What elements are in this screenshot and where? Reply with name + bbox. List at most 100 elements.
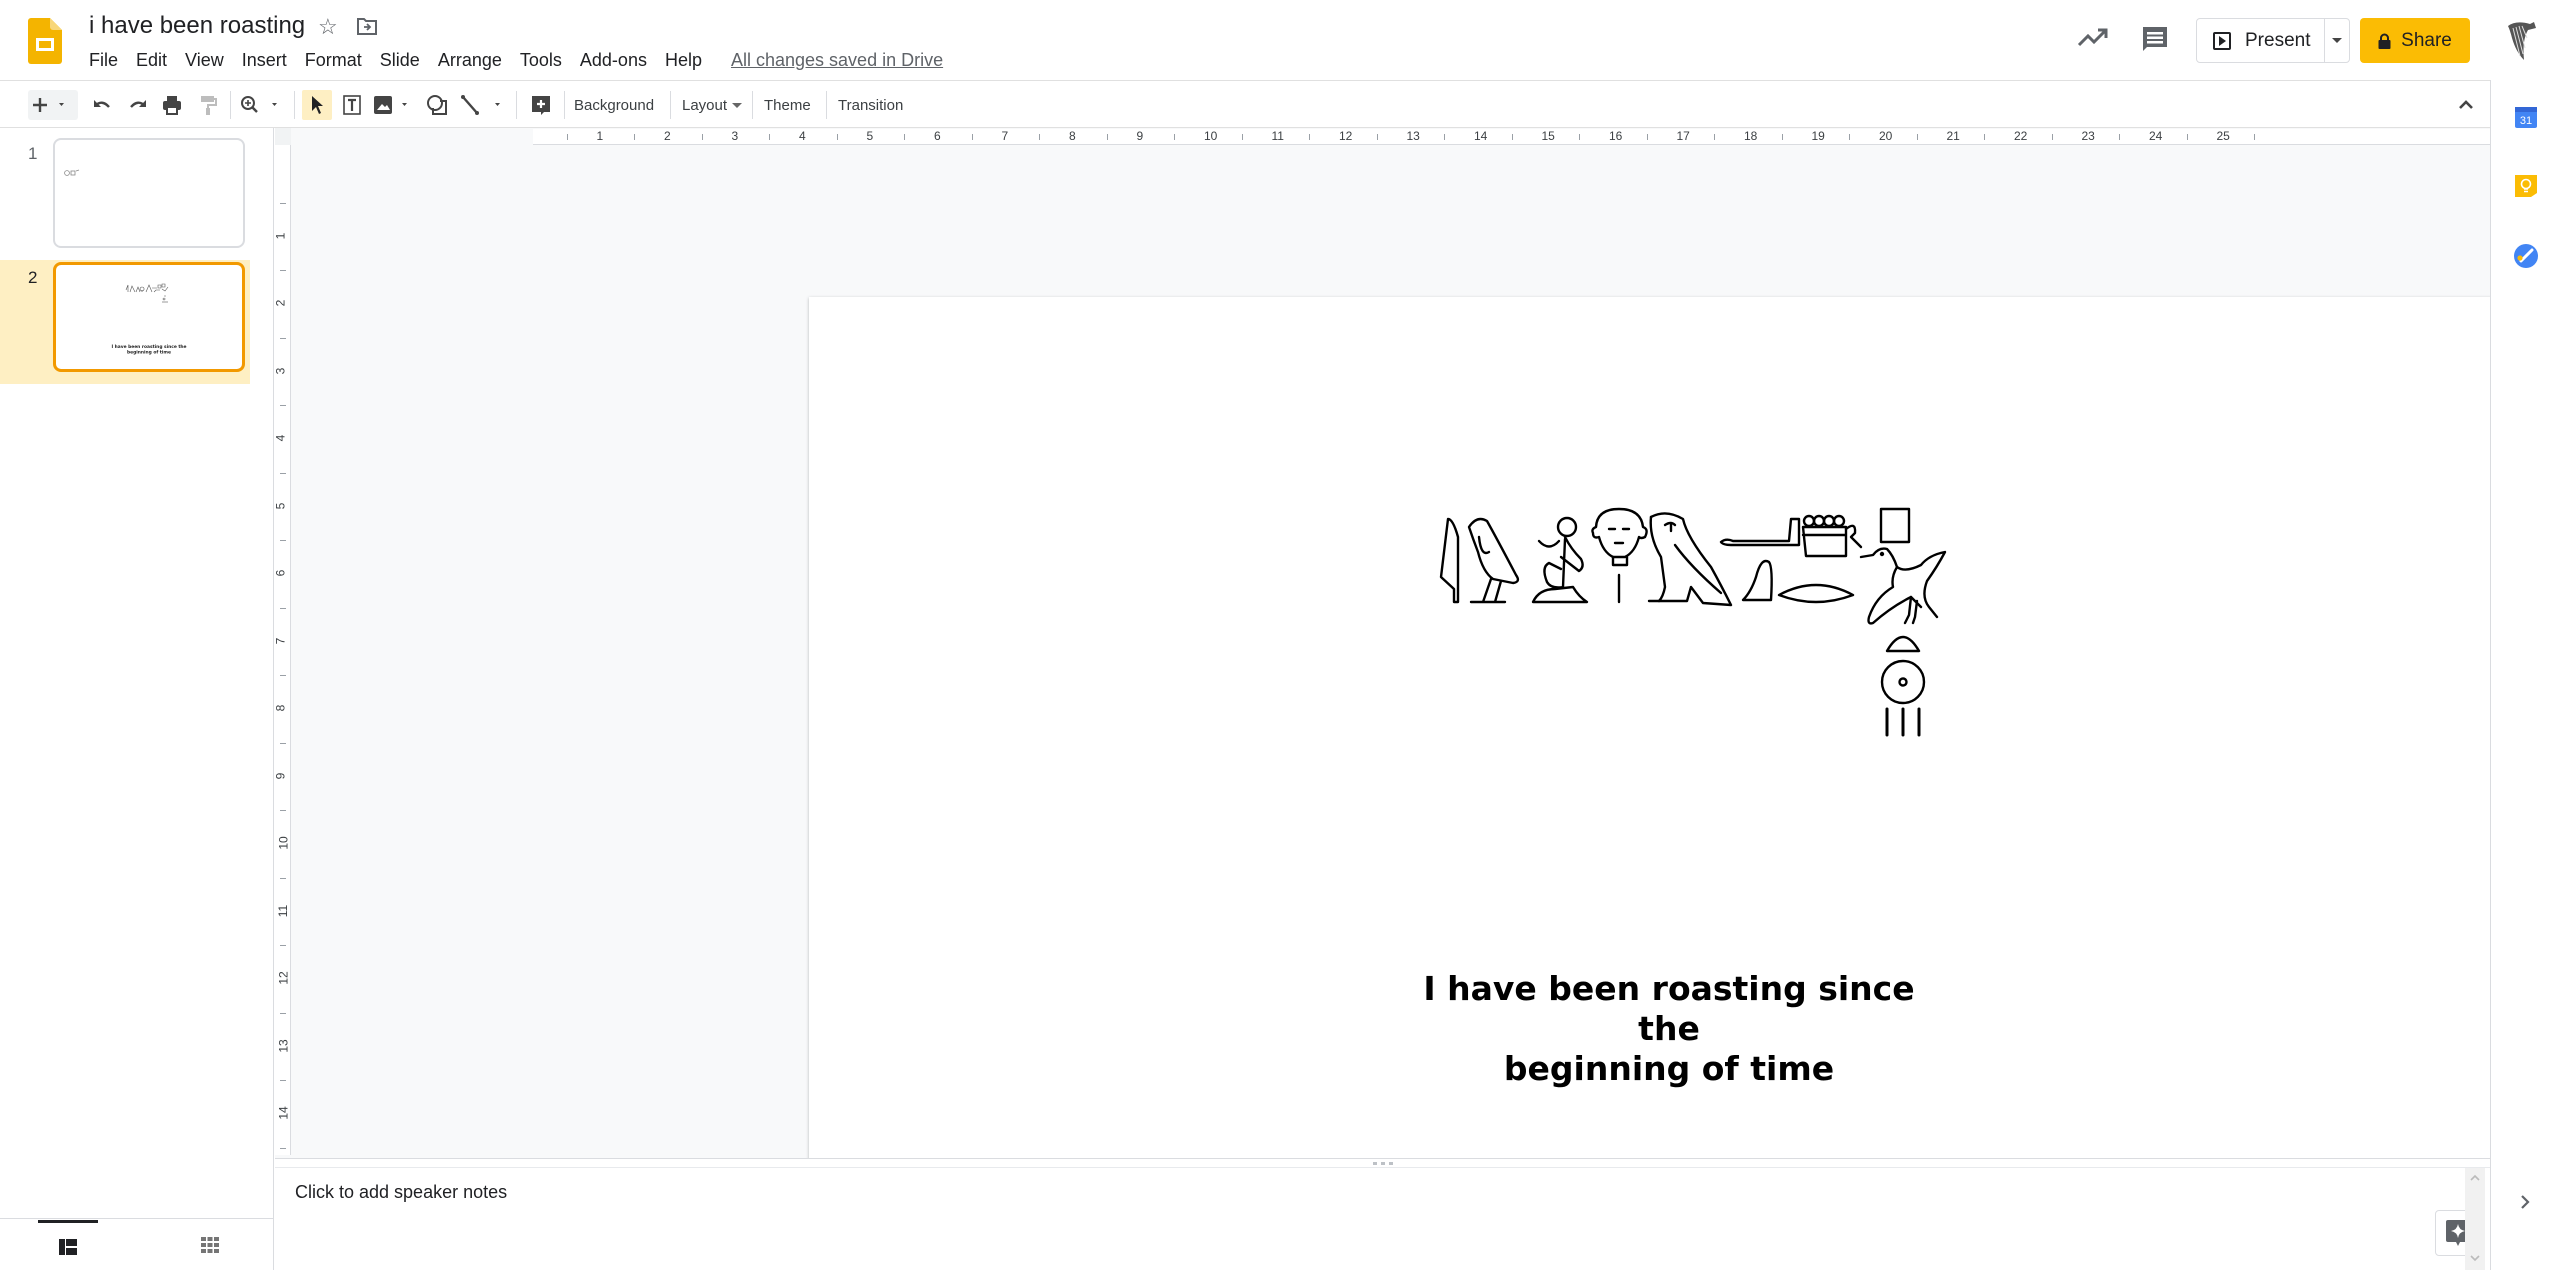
select-tool-button[interactable]	[302, 90, 332, 120]
filmstrip-view-button[interactable]	[38, 1220, 98, 1270]
menu-help[interactable]: Help	[656, 47, 711, 74]
print-button[interactable]	[158, 90, 186, 120]
menu-slide[interactable]: Slide	[371, 47, 429, 74]
ruler-v-label: 9	[273, 772, 288, 779]
menu-addons[interactable]: Add-ons	[571, 47, 656, 74]
grid-view-button[interactable]	[180, 1220, 240, 1270]
menu-insert[interactable]: Insert	[233, 47, 296, 74]
ruler-v-label: 6	[273, 569, 288, 577]
menu-edit[interactable]: Edit	[127, 47, 176, 74]
ruler-h-label: 12	[1339, 129, 1353, 143]
paint-format-icon	[201, 96, 217, 115]
zoom-button[interactable]	[238, 90, 286, 120]
ruler-tick	[1714, 134, 1716, 140]
star-icon[interactable]: ☆	[318, 14, 338, 40]
filmstrip-view-switcher	[0, 1218, 274, 1270]
save-status-link[interactable]: All changes saved in Drive	[711, 47, 952, 74]
filmstrip-view-icon	[59, 1238, 77, 1255]
ruler-h-label: 21	[1946, 129, 1960, 143]
slides-logo-icon[interactable]	[28, 18, 62, 64]
ruler-h-label: 14	[1474, 129, 1488, 143]
add-comment-button[interactable]	[524, 90, 558, 120]
header: i have been roasting ☆ File Edit View In…	[0, 0, 2559, 80]
menu-arrange[interactable]: Arrange	[429, 47, 511, 74]
bread-loaf-glyph	[1741, 559, 1773, 602]
filmstrip-slide-2[interactable]: 2 I have been roasting since the beginni…	[0, 260, 250, 384]
menu-file[interactable]: File	[80, 47, 127, 74]
ruler-h-label: 15	[1541, 129, 1555, 143]
forearm-glyph	[1719, 517, 1801, 547]
horizontal-ruler[interactable]: 1 2 3 4 5 6 7 8 9 10 11 12 13 14 15 16 17 18 19 20 21 22 23 24 2…	[533, 129, 2525, 145]
notes-resize-handle[interactable]	[275, 1158, 2490, 1168]
ruler-h-label: 19	[1811, 129, 1825, 143]
plural-strokes-glyph	[1885, 707, 1921, 737]
ruler-h-label: 17	[1676, 129, 1690, 143]
calendar-icon[interactable]: 31	[2513, 104, 2539, 130]
hieroglyph-text-box[interactable]: 𓇋𓄿𓀁𓁶𓏤𓅓𓂋𓎛𓏏𓐍𓃀𓊪𓏲𓅭𓈖𓏏𓇳𓏥	[1421, 497, 1961, 767]
new-slide-button[interactable]	[28, 90, 78, 120]
current-slide[interactable]: 𓇋𓄿𓀁𓁶𓏤𓅓𓂋𓎛𓏏𓐍𓃀𓊪𓏲𓅭𓈖𓏏𓇳𓏥	[809, 297, 2525, 1264]
notes-scrollbar[interactable]	[2465, 1168, 2485, 1270]
bread-glyph	[1885, 635, 1921, 653]
face-glyph	[1591, 507, 1648, 604]
ruler-tick	[280, 607, 286, 609]
ruler-v-label: 2	[273, 299, 288, 307]
ruler-h-label: 23	[2081, 129, 2095, 143]
present-button[interactable]: Present	[2197, 19, 2326, 62]
transition-button[interactable]: Transition	[834, 90, 907, 120]
menu-view[interactable]: View	[176, 47, 233, 74]
ruler-h-label: 4	[799, 129, 806, 143]
ruler-tick	[280, 675, 286, 677]
ruler-h-label: 22	[2014, 129, 2028, 143]
slide-number: 1	[28, 144, 38, 163]
ruler-tick	[1241, 134, 1243, 140]
theme-button[interactable]: Theme	[760, 90, 815, 120]
print-icon	[163, 96, 181, 115]
sun-glyph	[1880, 659, 1926, 705]
paint-format-button[interactable]	[194, 90, 222, 120]
undo-button[interactable]	[88, 90, 116, 120]
layout-button[interactable]: Layout	[678, 90, 743, 120]
redo-button[interactable]	[124, 90, 152, 120]
present-button-group: Present	[2196, 18, 2351, 63]
ruler-tick	[280, 877, 286, 879]
speaker-notes-panel[interactable]: Click to add speaker notes	[275, 1168, 2490, 1270]
ruler-tick	[769, 134, 771, 140]
chevron-down-icon	[732, 102, 743, 108]
menu-tools[interactable]: Tools	[511, 47, 571, 74]
ruler-tick	[1984, 134, 1986, 140]
vertical-ruler[interactable]: 1 2 3 4 5 6 7 8 9 10 11 12 13 14	[273, 145, 291, 1155]
ruler-tick	[1039, 134, 1041, 140]
redo-icon	[130, 100, 146, 108]
ruler-h-label: 2	[664, 129, 671, 143]
ruler-tick	[1309, 134, 1311, 140]
ruler-v-label: 5	[273, 502, 288, 509]
shape-button[interactable]	[422, 90, 452, 120]
ruler-tick	[566, 134, 568, 140]
activity-dashboard-icon[interactable]	[2077, 25, 2109, 51]
line-button[interactable]	[458, 90, 508, 120]
comments-icon[interactable]	[2141, 25, 2169, 53]
present-options-dropdown[interactable]	[2325, 19, 2349, 62]
show-side-panel-icon[interactable]	[2515, 1192, 2535, 1212]
ruler-tick	[836, 134, 838, 140]
account-avatar[interactable]	[2500, 18, 2540, 62]
speaker-notes-placeholder[interactable]: Click to add speaker notes	[295, 1182, 507, 1203]
document-title[interactable]: i have been roasting	[89, 12, 305, 40]
filmstrip-slide-1[interactable]: 1	[0, 136, 250, 260]
tasks-icon[interactable]	[2513, 243, 2539, 269]
collapse-menus-icon[interactable]	[2454, 93, 2478, 117]
insert-image-button[interactable]	[372, 90, 416, 120]
slide-caption-textbox[interactable]: I have been roasting since the beginning…	[1409, 969, 1929, 1089]
share-button[interactable]: Share	[2360, 18, 2470, 63]
text-box-button[interactable]	[338, 90, 366, 120]
background-button[interactable]: Background	[570, 90, 658, 120]
menu-format[interactable]: Format	[296, 47, 371, 74]
slide-thumbnail[interactable]	[53, 138, 245, 248]
ruler-h-label: 9	[1136, 129, 1144, 143]
slide-thumbnail[interactable]: I have been roasting since the beginning…	[53, 262, 245, 372]
ruler-h-label: 13	[1406, 129, 1420, 143]
slide-number: 2	[28, 268, 38, 287]
keep-icon[interactable]	[2513, 173, 2539, 199]
move-to-folder-icon[interactable]	[356, 16, 378, 36]
